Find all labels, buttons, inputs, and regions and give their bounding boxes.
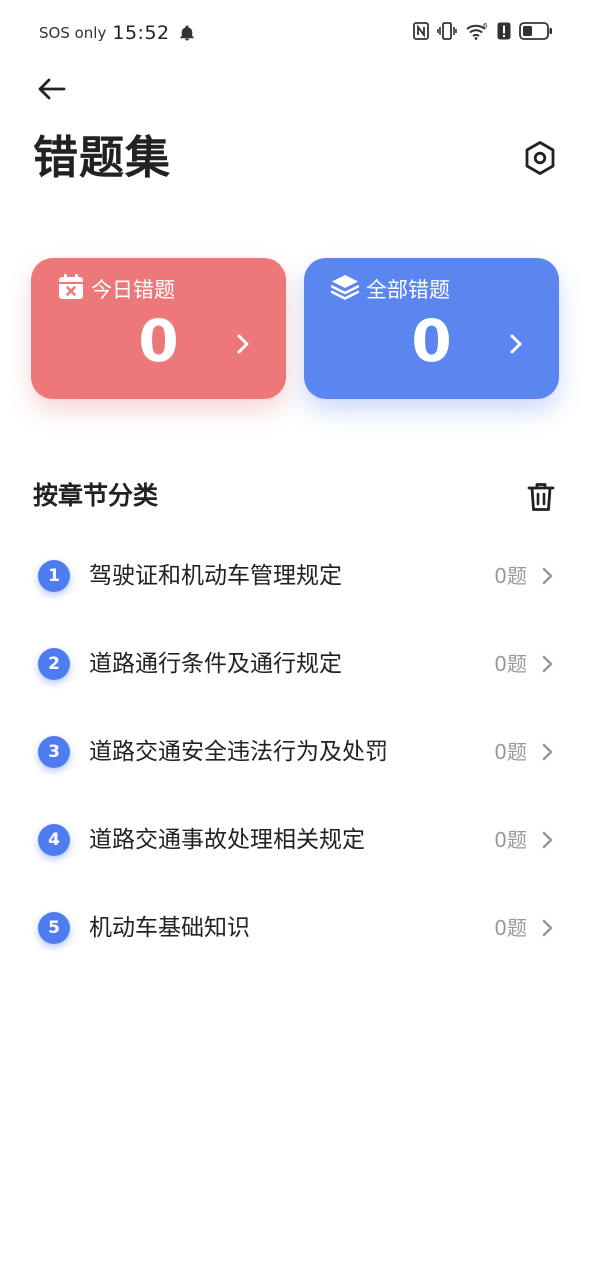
chapter-item-3[interactable]: 3 道路交通安全违法行为及处罚 0题 (0, 708, 591, 796)
settings-button[interactable] (520, 140, 560, 180)
chevron-right-icon (507, 332, 525, 356)
chapter-count: 0题 (494, 916, 527, 940)
carrier-text: SOS only (39, 24, 107, 42)
status-left: SOS only 15:52 (39, 22, 196, 44)
chapter-number-badge: 3 (38, 736, 70, 768)
chapter-name: 道路交通安全违法行为及处罚 (89, 739, 388, 765)
vibrate-icon (437, 22, 457, 40)
today-card-header: 今日错题 (58, 274, 175, 304)
chevron-right-icon (540, 566, 554, 586)
chevron-right-icon (540, 918, 554, 938)
status-right: 6 (413, 22, 553, 40)
calendar-x-icon (58, 274, 84, 304)
page-title: 错题集 (33, 131, 172, 184)
arrow-left-icon (36, 77, 66, 105)
chapter-name: 机动车基础知识 (89, 915, 250, 941)
chapter-name: 道路交通事故处理相关规定 (89, 827, 365, 853)
chapter-number-badge: 2 (38, 648, 70, 680)
chevron-right-icon (234, 332, 252, 356)
all-card-label: 全部错题 (366, 278, 450, 302)
trash-icon (527, 482, 555, 516)
chapter-item-5[interactable]: 5 机动车基础知识 0题 (0, 884, 591, 972)
chapter-count: 0题 (494, 564, 527, 588)
chapter-name: 道路通行条件及通行规定 (89, 651, 342, 677)
chapter-count: 0题 (494, 828, 527, 852)
chevron-right-icon (540, 654, 554, 674)
chapter-number-badge: 1 (38, 560, 70, 592)
status-bar: SOS only 15:52 6 (0, 0, 591, 66)
today-card-label: 今日错题 (91, 278, 175, 302)
chapter-name: 驾驶证和机动车管理规定 (89, 563, 342, 589)
all-card-header: 全部错题 (330, 274, 450, 304)
svg-text:6: 6 (483, 22, 488, 30)
section-title: 按章节分类 (33, 481, 159, 510)
wifi-icon: 6 (465, 22, 489, 40)
chevron-right-icon (540, 742, 554, 762)
chevron-right-icon (540, 830, 554, 850)
battery-icon (519, 22, 553, 40)
clock-text: 15:52 (112, 22, 170, 44)
chapter-number-badge: 5 (38, 912, 70, 944)
gear-hexagon-icon (523, 140, 557, 180)
chapter-item-2[interactable]: 2 道路通行条件及通行规定 0题 (0, 620, 591, 708)
chapter-count: 0题 (494, 740, 527, 764)
all-mistakes-card[interactable]: 全部错题 0 (304, 258, 559, 399)
alert-icon (497, 22, 511, 40)
chapter-number-badge: 4 (38, 824, 70, 856)
chapter-item-4[interactable]: 4 道路交通事故处理相关规定 0题 (0, 796, 591, 884)
chapter-list: 1 驾驶证和机动车管理规定 0题 2 道路通行条件及通行规定 0题 3 道路交通… (0, 532, 591, 972)
layers-icon (330, 274, 360, 304)
chapter-count: 0题 (494, 652, 527, 676)
nfc-icon (413, 22, 429, 40)
today-mistakes-card[interactable]: 今日错题 0 (31, 258, 286, 399)
bell-icon (178, 24, 196, 42)
chapter-item-1[interactable]: 1 驾驶证和机动车管理规定 0题 (0, 532, 591, 620)
back-button[interactable] (34, 74, 68, 108)
clear-mistakes-button[interactable] (522, 480, 560, 518)
